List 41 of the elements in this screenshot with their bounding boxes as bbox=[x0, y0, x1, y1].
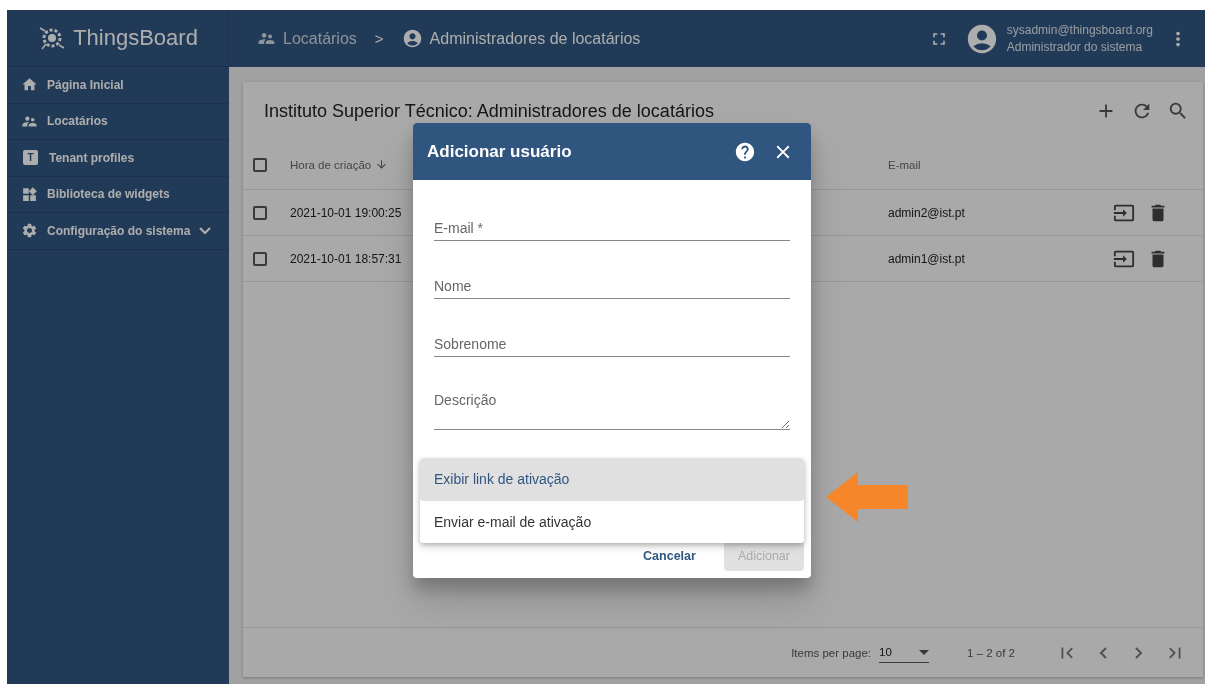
user-email: sysadmin@thingsboard.org bbox=[1006, 23, 1153, 37]
sidebar-item[interactable]: Biblioteca de widgets bbox=[7, 176, 229, 213]
checkbox[interactable] bbox=[253, 157, 267, 172]
breadcrumb-link[interactable]: Locatários bbox=[257, 29, 357, 48]
account-icon bbox=[401, 28, 423, 49]
input-field[interactable]: Sobrenome bbox=[434, 326, 790, 357]
help-icon bbox=[734, 140, 756, 163]
search-button[interactable] bbox=[1167, 100, 1189, 122]
page-size-select[interactable]: 10 bbox=[879, 642, 930, 663]
input-field[interactable]: Nome bbox=[434, 268, 790, 299]
table-cell-text: 2021-10-01 19:00:25 bbox=[290, 205, 403, 220]
dropdown-icon bbox=[919, 649, 930, 655]
menu-item[interactable]: Exibir link de ativação bbox=[420, 458, 804, 501]
chevron-right-icon bbox=[1135, 646, 1143, 659]
page-size-label: Items per page: bbox=[791, 646, 872, 659]
input-field[interactable]: E-mail * bbox=[434, 210, 790, 241]
sidebar-item[interactable]: Configuração do sistema bbox=[7, 213, 229, 250]
checkbox[interactable] bbox=[253, 251, 267, 266]
text-area[interactable]: Descrição bbox=[434, 384, 790, 430]
breadcrumb-separator: > bbox=[374, 30, 384, 47]
letter-icon: T bbox=[23, 150, 38, 166]
checkbox[interactable] bbox=[253, 205, 267, 220]
table-cell-text: 2021-10-01 18:57:31 bbox=[290, 251, 403, 266]
cancel-button[interactable]: Cancelar bbox=[629, 541, 710, 571]
arrow-icon bbox=[826, 472, 908, 522]
settings-icon bbox=[21, 222, 38, 240]
user-role: Administrador do sistema bbox=[1006, 40, 1144, 54]
table-cell-text: admin2@ist.pt bbox=[888, 205, 966, 220]
breadcrumb-link[interactable]: Administradores de locatários bbox=[401, 28, 641, 49]
search-icon bbox=[1167, 100, 1189, 122]
app-logo-text: ThingsBoard bbox=[73, 25, 198, 51]
column-header[interactable]: E-mail bbox=[888, 158, 1113, 171]
table-title: Instituto Superior Técnico: Administradores de locatários bbox=[264, 100, 715, 122]
sidebar-item[interactable]: Página Inicial bbox=[7, 67, 229, 104]
widgets-icon bbox=[21, 185, 38, 203]
menu-item[interactable]: Enviar e-mail de ativação bbox=[420, 500, 804, 543]
sidebar-item[interactable]: Locatários bbox=[7, 103, 229, 140]
chevron-left-icon bbox=[1099, 646, 1107, 659]
table-cell-text: admin1@ist.pt bbox=[888, 251, 966, 266]
sidebar-item[interactable]: T Tenant profiles bbox=[7, 140, 229, 177]
page-range: 1 – 2 of 2 bbox=[967, 646, 1015, 659]
